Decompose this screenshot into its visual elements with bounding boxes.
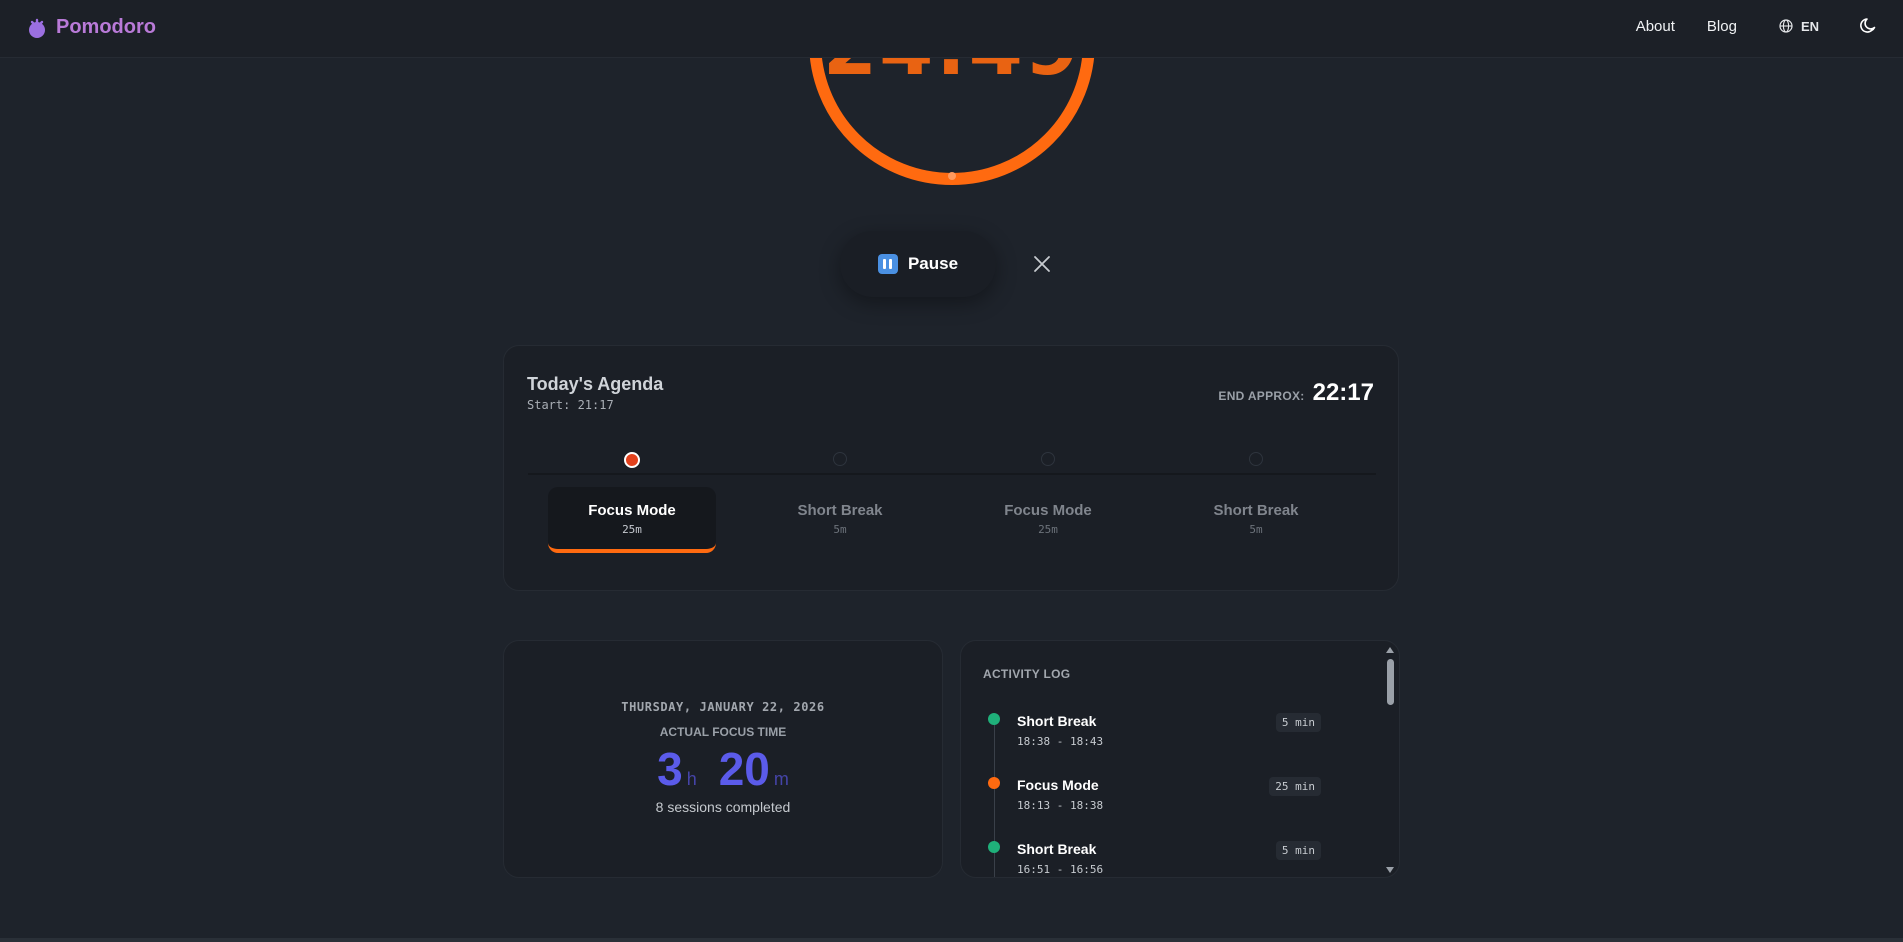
minutes-unit: m bbox=[773, 769, 789, 789]
language-label: EN bbox=[1800, 18, 1819, 34]
agenda-item-name: Focus Mode bbox=[1004, 502, 1092, 519]
close-icon bbox=[1034, 256, 1050, 272]
log-entry-name: Short Break bbox=[1017, 841, 1097, 857]
log-entry-duration-badge: 5 min bbox=[1275, 713, 1321, 732]
agenda-step-dot bbox=[1249, 452, 1263, 466]
nav-blog-link[interactable]: Blog bbox=[1707, 18, 1737, 35]
agenda-item-name: Short Break bbox=[797, 502, 883, 519]
page-bottom-border bbox=[0, 938, 1903, 942]
log-entry-name: Focus Mode bbox=[1017, 777, 1099, 793]
focus-minutes: 20 bbox=[718, 743, 770, 795]
log-entry-duration-badge: 5 min bbox=[1275, 841, 1321, 860]
globe-icon bbox=[1779, 19, 1793, 33]
main-nav: About Blog EN bbox=[1636, 17, 1903, 35]
stats-date: THURSDAY, JANUARY 22, 2026 bbox=[621, 700, 825, 714]
agenda-card: Today's Agenda Start: 21:17 END APPROX: … bbox=[503, 345, 1399, 591]
scroll-up-arrow[interactable] bbox=[1386, 647, 1394, 653]
scrollbar-thumb[interactable] bbox=[1387, 659, 1394, 705]
timer-progress-knob bbox=[948, 172, 956, 180]
nav-about-link[interactable]: About bbox=[1636, 18, 1675, 35]
log-entry: Short Break 18:38 - 18:43 5 min bbox=[961, 713, 1361, 763]
tomato-logo-icon bbox=[29, 18, 45, 38]
language-selector[interactable]: EN bbox=[1779, 19, 1819, 34]
brand[interactable]: Pomodoro bbox=[26, 16, 156, 39]
top-header: Pomodoro About Blog EN bbox=[0, 0, 1903, 58]
pause-button[interactable]: Pause bbox=[840, 231, 996, 297]
log-entry-range: 16:51 - 16:56 bbox=[1017, 863, 1104, 876]
agenda-item-duration: 25m bbox=[1038, 523, 1058, 536]
agenda-step-dot bbox=[1041, 452, 1055, 466]
activity-log-card[interactable]: ACTIVITY LOG Short Break 18:38 - 18:43 5… bbox=[960, 640, 1400, 878]
log-entry: Focus Mode 18:13 - 18:38 25 min bbox=[961, 777, 1361, 827]
end-approx-label: END APPROX: bbox=[1218, 389, 1305, 403]
pause-icon bbox=[877, 254, 898, 274]
scroll-down-arrow[interactable] bbox=[1386, 867, 1394, 873]
activity-log-title: ACTIVITY LOG bbox=[983, 667, 1071, 681]
sessions-completed: 8 sessions completed bbox=[655, 799, 791, 815]
pause-label: Pause bbox=[907, 254, 959, 273]
agenda-item-duration: 25m bbox=[622, 523, 642, 536]
theme-toggle[interactable] bbox=[1859, 17, 1877, 35]
focus-stats-card: THURSDAY, JANUARY 22, 2026 ACTUAL FOCUS … bbox=[503, 640, 943, 878]
agenda-end-approx: END APPROX: 22:17 bbox=[1218, 379, 1374, 407]
agenda-step-dot-active bbox=[624, 452, 640, 468]
log-entry: Short Break 16:51 - 16:56 5 min bbox=[961, 841, 1361, 877]
log-entry-duration-badge: 25 min bbox=[1269, 777, 1321, 796]
log-entry-range: 18:38 - 18:43 bbox=[1017, 735, 1104, 748]
agenda-item-focus-active[interactable]: Focus Mode 25m bbox=[548, 487, 716, 553]
agenda-item-duration: 5m bbox=[1249, 523, 1263, 536]
agenda-title: Today's Agenda bbox=[527, 374, 664, 394]
focus-hours: 3 bbox=[657, 743, 683, 795]
focus-time-display: 3 h 20 m bbox=[504, 743, 942, 795]
agenda-item-name: Focus Mode bbox=[588, 502, 676, 519]
brand-name: Pomodoro bbox=[56, 16, 156, 38]
agenda-item-duration: 5m bbox=[833, 523, 847, 536]
hours-unit: h bbox=[686, 769, 697, 789]
agenda-start-time: Start: 21:17 bbox=[527, 398, 614, 412]
stats-label: ACTUAL FOCUS TIME bbox=[659, 725, 787, 739]
moon-icon bbox=[1860, 18, 1876, 33]
stop-timer-button[interactable] bbox=[1030, 252, 1054, 276]
agenda-item-focus[interactable]: Focus Mode 25m bbox=[964, 487, 1132, 553]
log-entry-range: 18:13 - 18:38 bbox=[1017, 799, 1104, 812]
agenda-item-short-break[interactable]: Short Break 5m bbox=[1172, 487, 1340, 553]
log-entry-name: Short Break bbox=[1017, 713, 1097, 729]
end-approx-time: 22:17 bbox=[1312, 379, 1374, 406]
agenda-item-short-break[interactable]: Short Break 5m bbox=[756, 487, 924, 553]
agenda-item-name: Short Break bbox=[1213, 502, 1299, 519]
agenda-step-dot bbox=[833, 452, 847, 466]
log-entry-dot bbox=[988, 841, 1000, 853]
log-entry-dot bbox=[988, 777, 1000, 789]
agenda-timeline bbox=[528, 473, 1376, 475]
log-entry-dot bbox=[988, 713, 1000, 725]
